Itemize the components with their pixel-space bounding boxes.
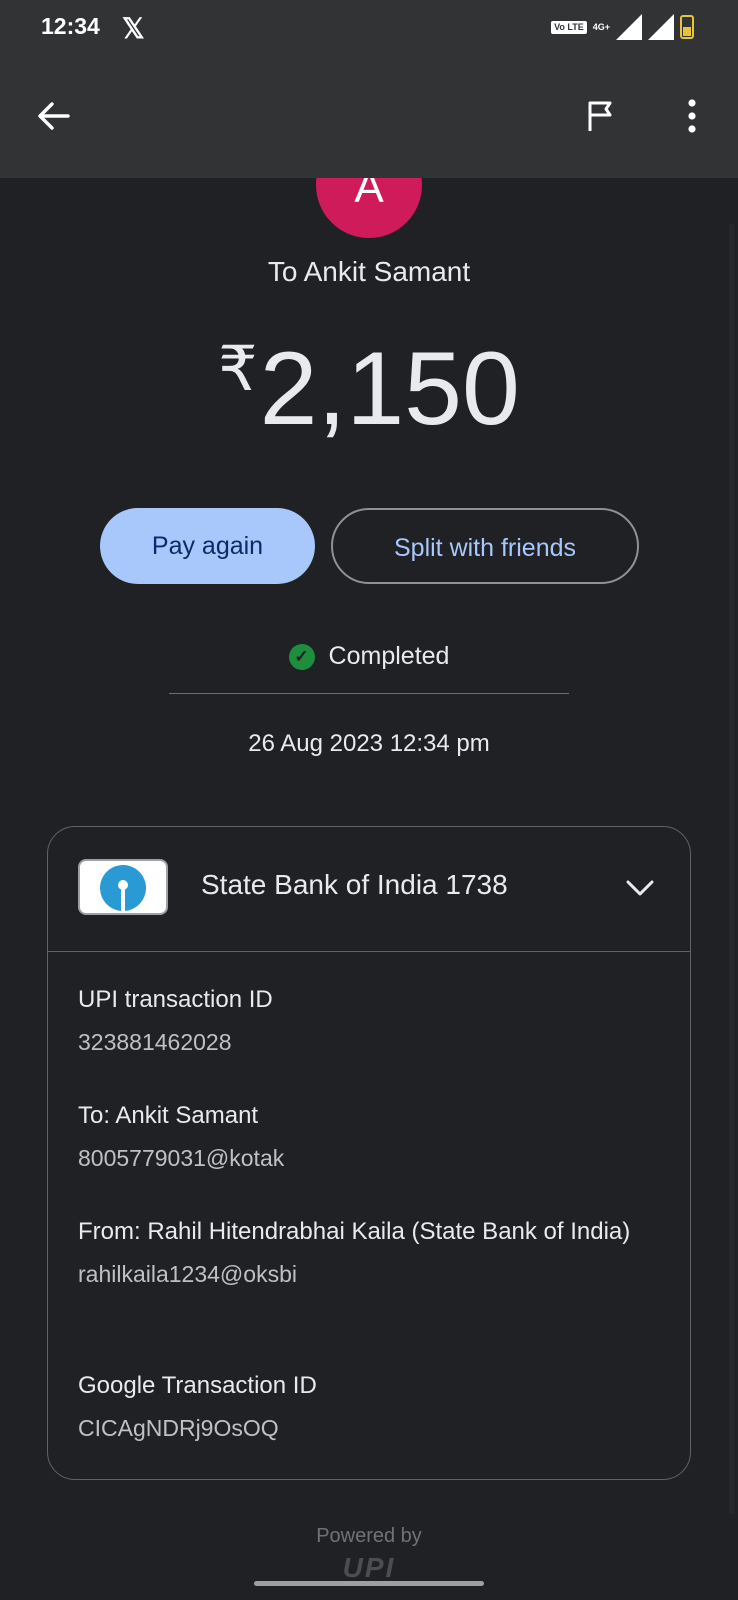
field-label: UPI transaction ID <box>78 986 273 1013</box>
currency-symbol: ₹ <box>218 335 258 404</box>
status-time: 12:34 <box>41 13 100 39</box>
to-details: To: Ankit Samant 8005779031@kotak <box>78 1097 658 1172</box>
recipient-name: To Ankit Samant <box>267 256 471 287</box>
home-indicator[interactable] <box>254 1581 484 1586</box>
status-text: Completed <box>328 642 450 670</box>
transaction-details-card: State Bank of India 1738 UPI transaction… <box>47 826 691 1480</box>
divider <box>169 693 569 694</box>
field-label: To: Ankit Samant <box>78 1102 259 1129</box>
payment-amount: ₹2,150 <box>0 330 738 449</box>
field-value: 8005779031@kotak <box>78 1145 285 1171</box>
field-value: CICAgNDRj9OsOQ <box>78 1415 279 1441</box>
x-logo-icon: 𝕏 <box>122 13 145 44</box>
back-arrow-icon[interactable] <box>34 96 74 136</box>
signal-icon-2 <box>648 14 674 40</box>
bank-account-row[interactable]: State Bank of India 1738 <box>48 827 690 952</box>
status-bar: 12:34 𝕏 Vo LTE 4G+ <box>0 0 738 56</box>
signal-icon <box>616 14 642 40</box>
field-value: 323881462028 <box>78 1029 232 1055</box>
battery-icon <box>680 15 694 39</box>
network-type: 4G+ <box>592 22 610 32</box>
field-value: rahilkaila1234@oksbi <box>78 1261 297 1287</box>
status-icons: Vo LTE 4G+ <box>551 14 694 40</box>
scrollbar[interactable] <box>729 224 734 1514</box>
sbi-logo-icon <box>78 859 168 915</box>
status-row: ✓ Completed <box>0 642 738 671</box>
volte-icon: Vo LTE <box>551 20 587 34</box>
check-circle-icon: ✓ <box>288 644 315 671</box>
app-bar <box>0 56 738 178</box>
powered-by-text: Powered by <box>316 1525 422 1547</box>
bank-name: State Bank of India 1738 <box>201 869 508 900</box>
from-details: From: Rahil Hitendrabhai Kaila (State Ba… <box>78 1213 658 1288</box>
field-label: Google Transaction ID <box>78 1372 317 1399</box>
field-label: From: Rahil Hitendrabhai Kaila (State Ba… <box>78 1218 631 1245</box>
flag-icon[interactable] <box>582 98 618 134</box>
chevron-down-icon[interactable] <box>624 871 656 903</box>
amount-value: 2,150 <box>259 331 520 447</box>
upi-transaction-id: UPI transaction ID 323881462028 <box>78 981 658 1056</box>
google-transaction-id: Google Transaction ID CICAgNDRj9OsOQ <box>78 1367 658 1442</box>
more-vert-icon[interactable] <box>680 98 704 134</box>
transaction-datetime: 26 Aug 2023 12:34 pm <box>248 730 490 757</box>
split-with-friends-button[interactable]: Split with friends <box>331 508 639 584</box>
pay-again-button[interactable]: Pay again <box>100 508 315 584</box>
upi-logo-icon: UPI <box>342 1552 396 1583</box>
